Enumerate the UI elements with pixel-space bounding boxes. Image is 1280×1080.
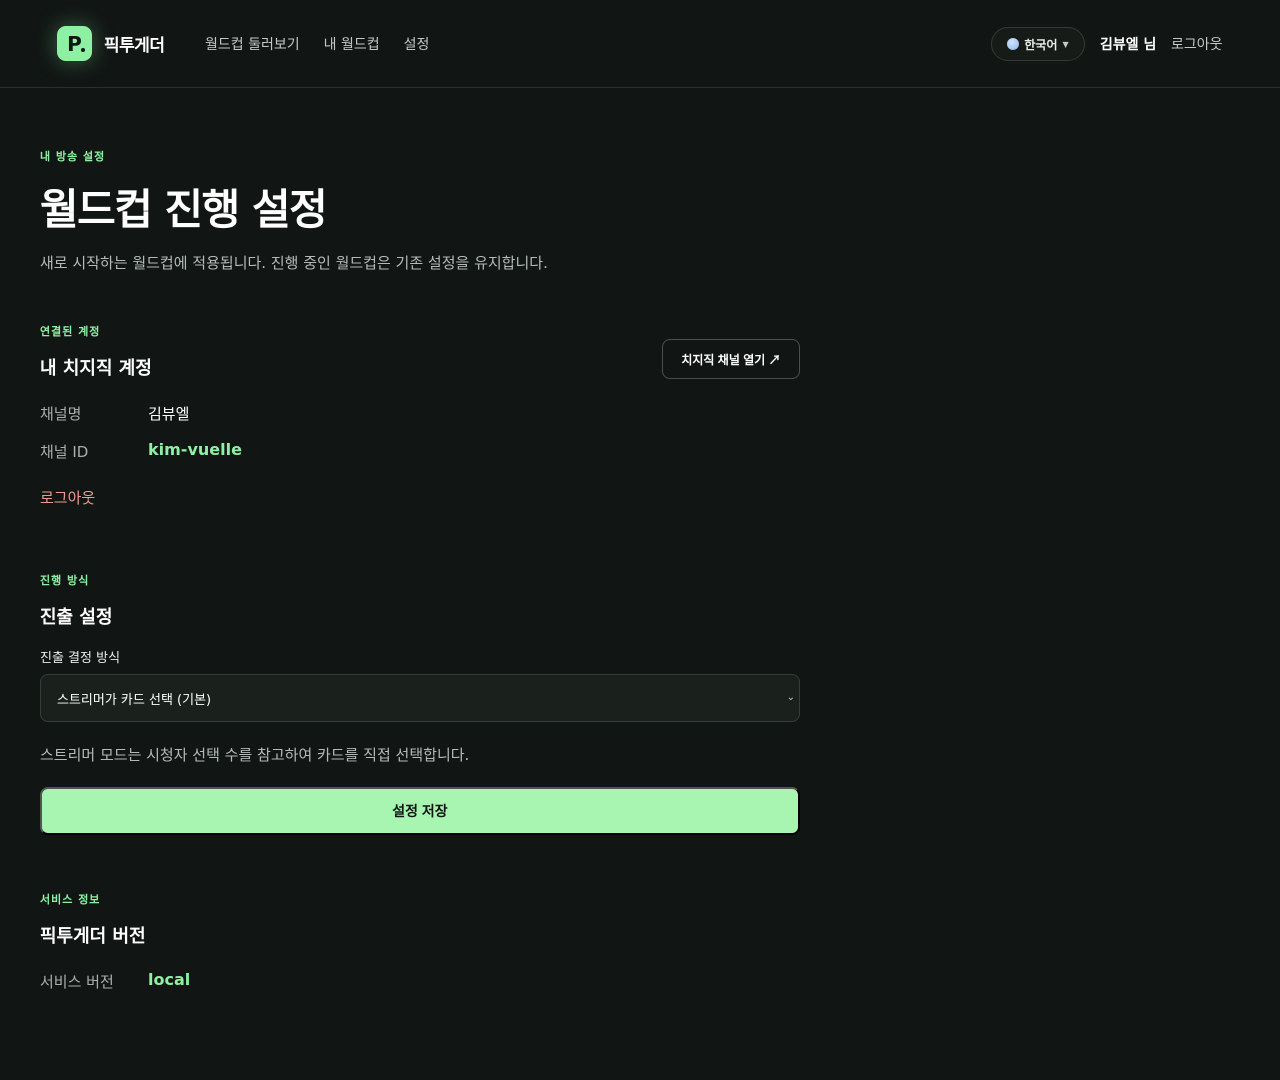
progress-section-title: 진출 설정 [40, 607, 113, 628]
channel-id-value: kim-vuelle [148, 440, 242, 459]
channel-name-label: 채널명 [40, 405, 82, 423]
brand-name: 픽투게더 [104, 36, 165, 56]
page-title: 월드컵 진행 설정 [40, 185, 328, 234]
progress-section-eyebrow: 진행 방식 [40, 574, 90, 587]
advance-method-label: 진출 결정 방식 [40, 651, 121, 666]
app-logo-icon: P [57, 26, 92, 61]
nav-settings[interactable]: 설정 [404, 34, 430, 54]
open-chzzk-channel-button[interactable]: 치지직 채널 열기 ↗ [662, 339, 800, 379]
service-section-eyebrow: 서비스 정보 [40, 893, 101, 906]
nav-browse-worldcups[interactable]: 월드컵 둘러보기 [205, 34, 300, 54]
page-description: 새로 시작하는 월드컵에 적용됩니다. 진행 중인 월드컵은 기존 설정을 유지… [40, 254, 548, 272]
channel-id-label: 채널 ID [40, 443, 89, 461]
brand-home-link[interactable]: P 픽투게더 [57, 26, 165, 61]
service-version-label: 서비스 버전 [40, 973, 114, 991]
save-settings-button[interactable]: 설정 저장 [40, 787, 800, 835]
account-section-title: 내 치지직 계정 [40, 358, 152, 379]
service-section-title: 픽투게더 버전 [40, 926, 146, 947]
page-eyebrow: 내 방송 설정 [40, 150, 106, 163]
advance-method-select[interactable]: 스트리머가 카드 선택 (기본) ⌄ [40, 674, 800, 722]
account-section-eyebrow: 연결된 계정 [40, 325, 101, 338]
main-nav: 월드컵 둘러보기 내 월드컵 설정 [205, 34, 429, 54]
account-logout-link[interactable]: 로그아웃 [40, 487, 95, 508]
header-logout-link[interactable]: 로그아웃 [1171, 34, 1223, 54]
globe-icon [1007, 38, 1020, 50]
advance-method-selected: 스트리머가 카드 선택 (기본) [57, 692, 212, 708]
logo-letter: P [67, 31, 82, 56]
language-label: 한국어 [1024, 37, 1058, 52]
language-selector[interactable]: 한국어 ▼ [991, 27, 1085, 61]
top-navigation-bar: P 픽투게더 월드컵 둘러보기 내 월드컵 설정 한국어 ▼ 김뷰엘 님 로그아… [0, 0, 1280, 88]
nav-my-worldcups[interactable]: 내 월드컵 [324, 34, 380, 54]
service-version-value: local [148, 970, 191, 989]
chevron-down-icon: ⌄ [786, 692, 795, 703]
channel-name-value: 김뷰엘 [148, 405, 190, 423]
advance-method-help: 스트리머 모드는 시청자 선택 수를 참고하여 카드를 직접 선택합니다. [40, 746, 470, 764]
user-name: 김뷰엘 님 [1100, 37, 1157, 53]
caret-down-icon: ▼ [1062, 39, 1069, 49]
